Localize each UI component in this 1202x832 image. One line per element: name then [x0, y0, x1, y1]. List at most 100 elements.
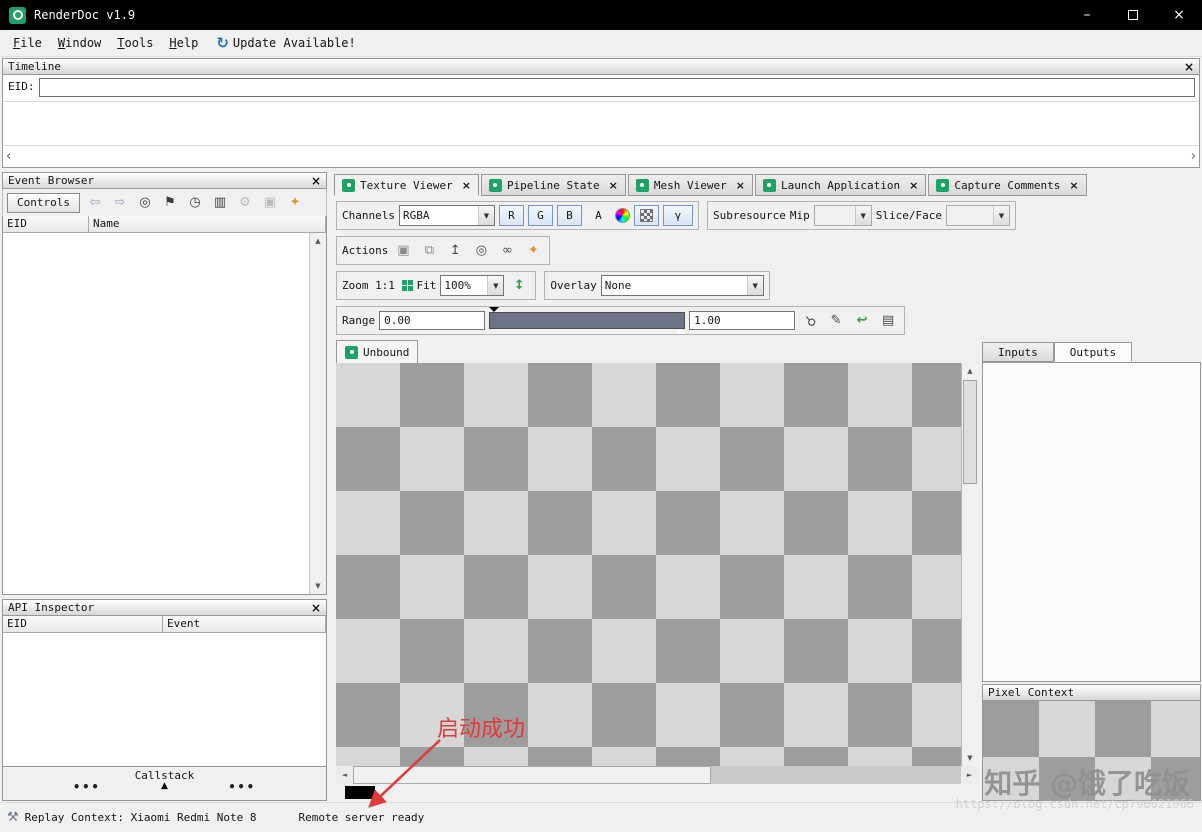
scroll-right-icon[interactable]: ►	[961, 766, 978, 784]
close-icon[interactable]: ×	[609, 179, 618, 192]
magnifier-icon[interactable]: ⚲	[795, 305, 825, 335]
save-icon[interactable]: ▣	[260, 193, 280, 213]
texture-display[interactable]: ▲ ▼	[336, 363, 978, 766]
link-icon[interactable]: ∞	[496, 240, 518, 261]
autofit-picker-icon[interactable]: ✎	[825, 310, 847, 331]
blue-channel-toggle[interactable]: B	[557, 205, 582, 226]
annotation-text: 启动成功	[437, 711, 525, 743]
scroll-left-icon[interactable]: ‹	[6, 149, 11, 164]
collapse-triangle-icon: ▲	[3, 782, 326, 790]
maximize-button[interactable]	[1110, 0, 1156, 30]
timer-icon[interactable]: ◷	[185, 193, 205, 213]
checkerboard-background-toggle[interactable]	[634, 205, 659, 226]
scrollbar-thumb[interactable]	[963, 380, 977, 484]
subresource-label: Subresource	[713, 209, 786, 222]
eid-label: EID:	[8, 80, 35, 93]
find-icon[interactable]: ◎	[135, 193, 155, 213]
close-icon[interactable]: ×	[909, 179, 918, 192]
histogram-icon[interactable]: ▤	[877, 310, 899, 331]
minimize-icon: –	[1084, 7, 1091, 23]
zoom-overlay-row: Zoom 1:1 Fit 100% ▼ ↕ Overlay None ▼	[336, 271, 770, 300]
tab-pipeline-state[interactable]: Pipeline State ×	[481, 174, 626, 196]
settings-gear-icon[interactable]: ⚙	[235, 193, 255, 213]
back-arrow-icon[interactable]: ⇦	[85, 193, 105, 213]
close-icon[interactable]: ×	[311, 602, 321, 614]
callstack-expander[interactable]: Callstack ▲	[3, 769, 326, 790]
tab-texture-viewer[interactable]: Texture Viewer ×	[334, 174, 479, 196]
forward-arrow-icon[interactable]: ⇨	[110, 193, 130, 213]
scroll-down-icon[interactable]: ▼	[962, 750, 978, 766]
timeline-header: Timeline ×	[2, 58, 1200, 75]
timeline-divider	[3, 101, 1199, 102]
bookmark-flag-icon[interactable]: ⚑	[160, 193, 180, 213]
range-max-input[interactable]: 1.00	[689, 311, 795, 330]
minimize-button[interactable]: –	[1064, 0, 1110, 30]
extension-star-icon[interactable]: ✦	[285, 193, 305, 213]
menu-file[interactable]: File	[5, 33, 50, 53]
menu-tools[interactable]: Tools	[109, 33, 161, 53]
tab-capture-comments[interactable]: Capture Comments ×	[928, 174, 1086, 196]
tab-mesh-viewer[interactable]: Mesh Viewer ×	[628, 174, 753, 196]
channels-select[interactable]: RGBA ▼	[399, 205, 495, 226]
tab-label: Unbound	[363, 346, 409, 359]
scroll-up-icon[interactable]: ▲	[962, 363, 978, 379]
timeline-body[interactable]: EID: ‹ ›	[2, 75, 1200, 168]
close-icon[interactable]: ×	[462, 179, 471, 192]
channels-group: Channels RGBA ▼ R G B A γ	[336, 201, 699, 230]
tab-unbound-texture[interactable]: Unbound	[336, 340, 418, 363]
tab-inputs[interactable]: Inputs	[982, 342, 1054, 362]
actions-group: Actions ▣ ⧉ ↥ ◎ ∞ ✦	[336, 236, 550, 265]
watermark-text: 知乎 @饿了吃饭	[984, 762, 1190, 802]
timeline-eid-track[interactable]	[39, 78, 1195, 97]
close-icon[interactable]: ×	[1069, 179, 1078, 192]
red-channel-toggle[interactable]: R	[499, 205, 524, 226]
close-icon[interactable]: ×	[1184, 61, 1194, 73]
slice-face-select[interactable]: ▼	[946, 205, 1010, 226]
menu-window[interactable]: Window	[50, 33, 109, 53]
close-icon[interactable]: ×	[311, 175, 321, 187]
zoom-select[interactable]: 100% ▼	[440, 275, 504, 296]
gamma-toggle[interactable]: γ	[663, 205, 693, 226]
green-channel-toggle[interactable]: G	[528, 205, 553, 226]
viewport-vertical-scrollbar[interactable]: ▲ ▼	[961, 363, 978, 766]
goto-find-icon[interactable]: ◎	[470, 240, 492, 261]
renderdoc-logo-icon	[636, 179, 649, 192]
range-min-input[interactable]: 0.00	[379, 311, 485, 330]
event-browser-scrollbar[interactable]: ▲ ▼	[309, 233, 326, 594]
tab-outputs[interactable]: Outputs	[1054, 342, 1132, 362]
callstack-section[interactable]: ••• Callstack ▲ •••	[2, 767, 327, 801]
update-available-link[interactable]: Update Available!	[233, 36, 356, 50]
zoom-1to1-button[interactable]: 1:1	[373, 275, 398, 296]
overlay-select[interactable]: None ▼	[601, 275, 764, 296]
overlay-group: Overlay None ▼	[544, 271, 769, 300]
color-wheel-icon[interactable]	[615, 208, 630, 223]
save-icon[interactable]: ▣	[392, 240, 414, 261]
texture-viewer-toolbars: Channels RGBA ▼ R G B A γ Subresource Mi…	[332, 196, 1202, 340]
replay-context-text[interactable]: Replay Context: Xiaomi Redmi Note 8	[25, 811, 257, 824]
fit-button[interactable]: Fit	[417, 279, 437, 292]
copy-icon[interactable]: ⧉	[418, 240, 440, 261]
scroll-up-icon[interactable]: ▲	[310, 233, 326, 249]
close-icon[interactable]: ×	[736, 179, 745, 192]
alpha-channel-toggle[interactable]: A	[586, 205, 611, 226]
scroll-left-icon[interactable]: ◄	[336, 766, 353, 784]
scroll-down-icon[interactable]: ▼	[310, 578, 326, 594]
reset-range-icon[interactable]: ↩	[851, 310, 873, 331]
column-header-eid: EID	[3, 216, 89, 233]
tab-launch-application[interactable]: Launch Application ×	[755, 174, 926, 196]
extension-star-icon[interactable]: ✦	[522, 240, 544, 261]
api-inspector-list[interactable]	[2, 633, 327, 767]
scroll-right-icon[interactable]: ›	[1191, 149, 1196, 164]
replay-context-icon: ⚒	[7, 810, 19, 825]
range-slider[interactable]	[489, 312, 685, 329]
update-icon[interactable]: ↻	[216, 34, 229, 52]
event-browser-list[interactable]: ▲ ▼	[2, 233, 327, 595]
controls-button[interactable]: Controls	[7, 193, 80, 213]
statistics-icon[interactable]: ▥	[210, 193, 230, 213]
close-button[interactable]: ×	[1156, 0, 1202, 30]
open-external-icon[interactable]: ↥	[444, 240, 466, 261]
outputs-thumbnail-list	[982, 362, 1201, 682]
flip-vertical-icon[interactable]: ↕	[508, 275, 530, 296]
mip-select[interactable]: ▼	[814, 205, 872, 226]
menu-help[interactable]: Help	[161, 33, 206, 53]
